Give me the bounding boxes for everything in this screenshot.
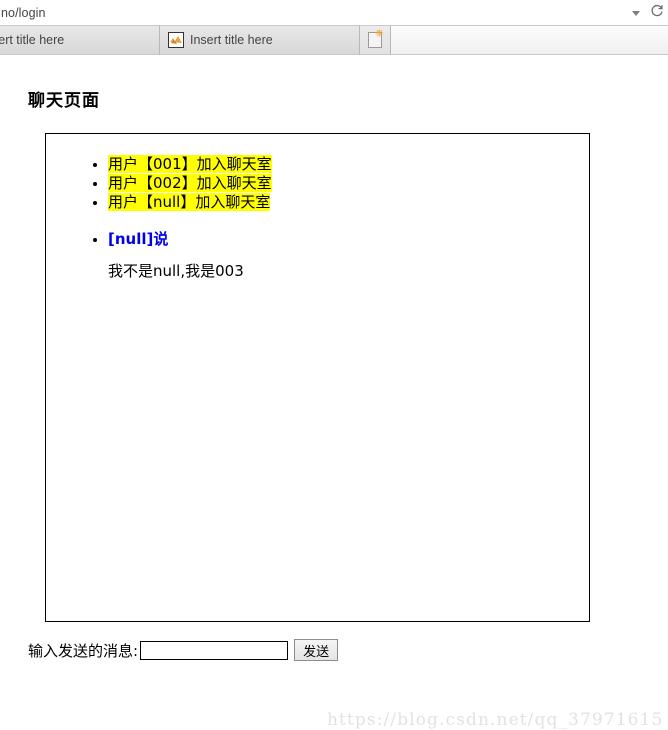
reload-icon[interactable] bbox=[650, 4, 664, 23]
list-item: 用户【null】加入聊天室 bbox=[108, 193, 589, 212]
list-item: 用户【001】加入聊天室 bbox=[108, 155, 589, 174]
join-message-text: 用户【null】加入聊天室 bbox=[108, 193, 271, 211]
list-item: [null]说 bbox=[108, 230, 589, 249]
send-message-label: 输入发送的消息: bbox=[28, 641, 139, 660]
page-favicon-icon bbox=[168, 32, 184, 48]
address-bar-controls bbox=[632, 0, 664, 26]
page-content: 聊天页面 用户【001】加入聊天室 用户【002】加入聊天室 用户【null】加… bbox=[0, 55, 668, 730]
watermark: https://blog.csdn.net/qq_37971615 bbox=[327, 710, 664, 730]
chat-message-box: 用户【001】加入聊天室 用户【002】加入聊天室 用户【null】加入聊天室 … bbox=[45, 133, 590, 622]
send-button[interactable]: 发送 bbox=[294, 639, 339, 661]
tab-strip-empty-area bbox=[391, 26, 668, 54]
page-title: 聊天页面 bbox=[28, 91, 100, 111]
new-tab-button[interactable]: ✵ bbox=[360, 26, 391, 54]
message-input[interactable] bbox=[140, 640, 289, 660]
chevron-down-icon[interactable] bbox=[632, 10, 640, 16]
browser-tab-2[interactable]: Insert title here bbox=[160, 26, 360, 54]
list-item: 用户【002】加入聊天室 bbox=[108, 174, 589, 193]
browser-tab-2-title: Insert title here bbox=[190, 33, 273, 47]
chat-message-body: 我不是null,我是003 bbox=[108, 262, 244, 280]
tab-strip: sert title here Insert title here ✵ bbox=[0, 26, 668, 55]
send-message-row: 输入发送的消息: 发送 bbox=[28, 639, 339, 661]
new-tab-icon: ✵ bbox=[368, 28, 384, 48]
browser-tab-1[interactable]: sert title here bbox=[0, 26, 160, 54]
join-message-text: 用户【001】加入聊天室 bbox=[108, 155, 272, 173]
browser-chrome: no/login sert title here Ins bbox=[0, 0, 668, 55]
address-bar-url: no/login bbox=[1, 5, 46, 20]
join-message-text: 用户【002】加入聊天室 bbox=[108, 174, 272, 192]
speaker-label: [null]说 bbox=[108, 230, 169, 248]
new-tab-star-icon: ✵ bbox=[374, 28, 384, 40]
address-bar[interactable]: no/login bbox=[0, 0, 668, 26]
browser-tab-1-title: sert title here bbox=[0, 33, 65, 47]
chat-message-list: 用户【001】加入聊天室 用户【002】加入聊天室 用户【null】加入聊天室 … bbox=[46, 134, 589, 249]
